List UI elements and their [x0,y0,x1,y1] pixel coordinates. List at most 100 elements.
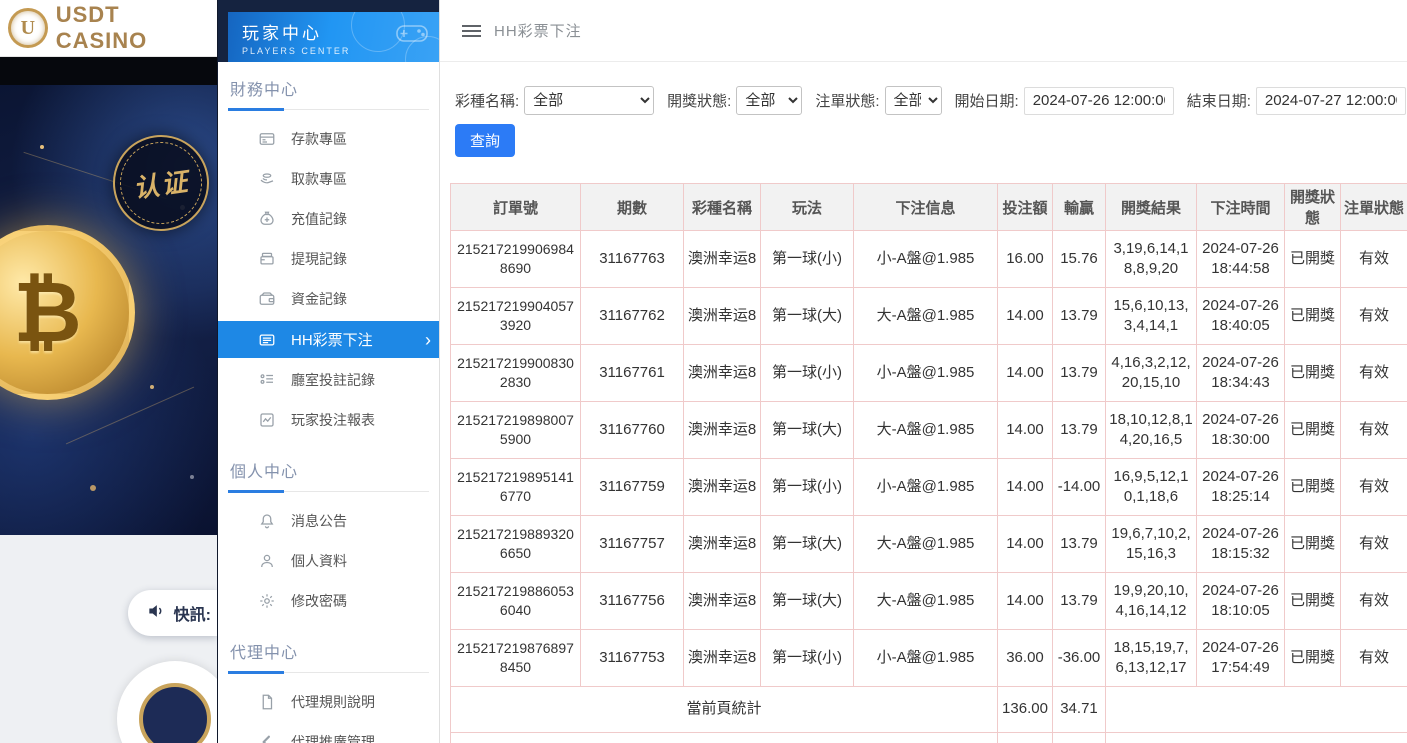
period-cell: 31167759 [581,459,684,516]
bitcoin-coin: ₿ [0,225,135,400]
draw-result-cell: 3,19,6,14,18,8,9,20 [1106,231,1197,288]
order-no-cell: 2152172199040573920 [451,288,581,345]
content: 彩種名稱: 全部 開獎狀態: 全部 注單狀態: 全部 開始日期: 結束日期: 查… [440,62,1407,743]
promo-panel: U USDT CASINO ₿ 认证 快訊: [0,0,218,743]
gamepad-icon [395,20,429,51]
order-status-cell: 有效 [1341,231,1407,288]
draw-status-cell: 已開獎 [1285,345,1341,402]
bet-amount-cell: 16.00 [998,231,1053,288]
sidebar-item-hh-lottery-bets[interactable]: HH彩票下注› [218,321,439,358]
list-check-icon [258,371,276,389]
draw-result-cell: 18,10,12,8,14,20,16,5 [1106,402,1197,459]
start-date-input[interactable] [1024,87,1174,115]
brand-logo: U USDT CASINO [0,0,217,57]
section-header-2: 代理中心 [228,625,429,673]
order-status-cell: 有效 [1341,402,1407,459]
sidebar-item-announcements[interactable]: 消息公告 [228,501,429,541]
draw-result-cell: 16,9,5,12,10,1,18,6 [1106,459,1197,516]
order-no-cell: 2152172199008302830 [451,345,581,402]
gear-icon [258,592,276,610]
sidebar-item-label: 廳室投註記錄 [291,370,375,390]
button-row: 查詢 [455,124,1407,157]
bet-amount-cell: 14.00 [998,402,1053,459]
divider-strip [0,57,217,85]
sidebar-item-withdraw-area[interactable]: 取款專區 [228,159,429,199]
order-no-cell: 2152172198893206650 [451,516,581,573]
query-button[interactable]: 查詢 [455,124,515,157]
sidebar-item-withdraw-records[interactable]: 提現記錄 [228,239,429,279]
lottery-name-cell: 澳洲幸运8 [684,231,761,288]
play-type-cell: 第一球(大) [761,516,854,573]
order-status-cell: 有效 [1341,573,1407,630]
sidebar-item-deposit-area[interactable]: 存款專區 [228,119,429,159]
sidebar-item-recharge-records[interactable]: 充值記錄 [228,199,429,239]
draw-result-cell: 19,6,7,10,2,15,16,3 [1106,516,1197,573]
sidebar-item-agent-promotion[interactable]: 代理推廣管理 [228,722,429,743]
win-loss-cell: 13.79 [1053,345,1106,402]
end-date-input[interactable] [1256,87,1406,115]
sidebar-item-change-password[interactable]: 修改密碼 [228,581,429,621]
order-status-select[interactable]: 全部 [885,86,942,115]
summary-bet-total: 136.00 [998,687,1053,733]
sidebar-item-hall-bet-records[interactable]: 廳室投註記錄 [228,360,429,400]
section-header-1: 個人中心 [228,444,429,492]
draw-status-cell: 已開獎 [1285,573,1341,630]
sidebar-item-profile[interactable]: 個人資料 [228,541,429,581]
period-cell: 31167762 [581,288,684,345]
win-loss-cell: 15.76 [1053,231,1106,288]
bets-table: 訂單號期數彩種名稱玩法下注信息投注額輸贏開獎結果下注時間開獎狀態注單狀態 215… [450,183,1407,743]
order-status-cell: 有效 [1341,516,1407,573]
sidebar-header: 玩家中心 PLAYERS CENTER [228,12,439,62]
sidebar-item-label: 取款專區 [291,169,347,189]
draw-status-cell: 已開獎 [1285,231,1341,288]
order-no-cell: 2152172199069848690 [451,231,581,288]
table-row: 215217219898007590031167760澳洲幸运8第一球(大)大-… [451,402,1407,459]
sidebar: 玩家中心 PLAYERS CENTER 財務中心存款專區取款專區充值記錄提現記錄… [218,0,440,743]
col-header-bet-info: 下注信息 [854,184,998,231]
sidebar-item-label: 充值記錄 [291,209,347,229]
draw-status-cell: 已開獎 [1285,516,1341,573]
bet-amount-cell: 14.00 [998,573,1053,630]
sidebar-item-funds-records[interactable]: 資金記錄 [228,279,429,319]
usdt-coin-icon: U [8,8,48,48]
summary-label: 總統計 [451,733,998,743]
verified-badge: 认证 [107,129,215,237]
draw-status-cell: 已開獎 [1285,402,1341,459]
news-ticker: 快訊: [128,590,217,636]
col-header-play-type: 玩法 [761,184,854,231]
lottery-select[interactable]: 全部 [524,86,654,115]
bet-info-cell: 大-A盤@1.985 [854,573,998,630]
bet-info-cell: 小-A盤@1.985 [854,459,998,516]
bet-info-cell: 小-A盤@1.985 [854,630,998,687]
sidebar-item-agent-rules[interactable]: 代理規則說明 [228,682,429,722]
user-icon [258,552,276,570]
sidebar-item-label: 修改密碼 [291,591,347,611]
lottery-name-cell: 澳洲幸运8 [684,573,761,630]
bet-amount-cell: 36.00 [998,630,1053,687]
filter-bar: 彩種名稱: 全部 開獎狀態: 全部 注單狀態: 全部 開始日期: 結束日期: [450,86,1407,115]
bet-time-cell: 2024-07-26 18:10:05 [1197,573,1285,630]
bet-time-cell: 2024-07-26 17:54:49 [1197,630,1285,687]
col-header-win-loss: 輸贏 [1053,184,1106,231]
bet-amount-cell: 14.00 [998,345,1053,402]
summary-label: 當前頁統計 [451,687,998,733]
hand-coin-icon [258,170,276,188]
page-summary-row: 當前頁統計136.0034.71 [451,687,1407,733]
order-no-cell: 2152172198980075900 [451,402,581,459]
summary-bet-total: 136.00 [998,733,1053,743]
col-header-lottery-name: 彩種名稱 [684,184,761,231]
sidebar-item-player-bet-report[interactable]: 玩家投注報表 [228,400,429,440]
hamburger-icon[interactable] [462,25,481,37]
draw-status-select[interactable]: 全部 [736,86,802,115]
bet-info-cell: 小-A盤@1.985 [854,345,998,402]
win-loss-cell: -36.00 [1053,630,1106,687]
order-status-cell: 有效 [1341,345,1407,402]
end-date-label: 結束日期: [1187,90,1251,111]
lottery-name-cell: 澳洲幸运8 [684,402,761,459]
lottery-filter-label: 彩種名稱: [455,90,519,111]
bet-info-cell: 大-A盤@1.985 [854,288,998,345]
sidebar-top-strip [218,0,439,12]
play-type-cell: 第一球(小) [761,345,854,402]
speaker-icon [146,601,166,626]
card-icon [258,130,276,148]
